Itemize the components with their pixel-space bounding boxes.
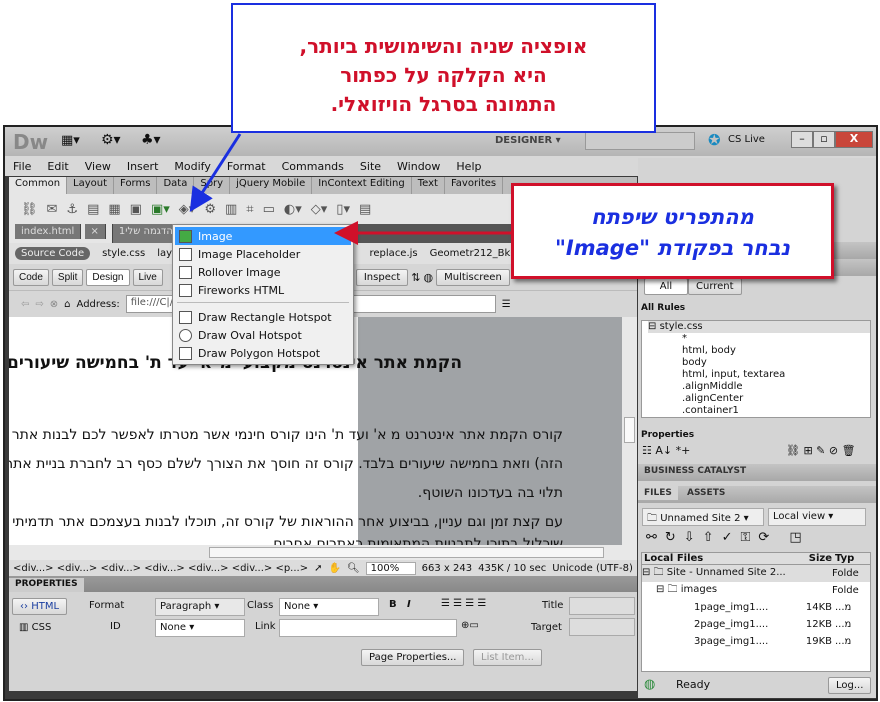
annotation-arrows [189, 133, 511, 245]
blue-arrow [189, 133, 242, 213]
